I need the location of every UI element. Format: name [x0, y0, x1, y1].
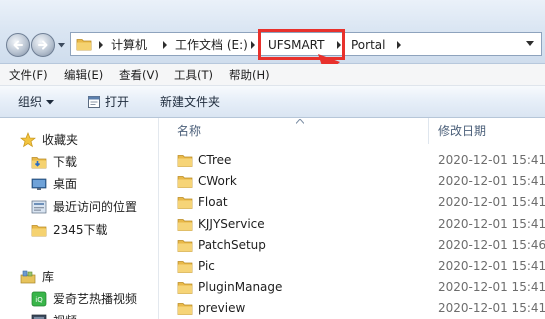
nav-item-label: 桌面: [53, 177, 78, 191]
folder-icon: [177, 197, 193, 210]
breadcrumb-computer[interactable]: 计算机: [111, 37, 147, 53]
chevron-down-icon: [57, 42, 65, 47]
chevron-down-icon: [46, 99, 55, 104]
library-icon: [20, 270, 36, 284]
navigation-pane: 收藏夹 下载 桌面 最近访问的位置 2345下载 库 iQ 爱奇艺热播视频: [0, 118, 160, 319]
nav-favorites-label: 收藏夹: [42, 133, 79, 147]
file-modified-date: 2020-12-01 15:41: [438, 280, 545, 295]
forward-button[interactable]: [31, 33, 55, 57]
folder-icon: [177, 218, 193, 231]
file-modified-date: 2020-12-01 15:41: [438, 174, 545, 189]
folder-icon: [177, 176, 193, 189]
file-row[interactable]: preview 2020-12-01 15:41: [160, 298, 545, 319]
folder-icon: [177, 303, 193, 316]
breadcrumb-separator-icon[interactable]: [335, 39, 343, 51]
nav-item-recent-places[interactable]: 最近访问的位置: [31, 198, 137, 216]
file-row[interactable]: KJJYService 2020-12-01 15:41: [160, 214, 545, 235]
folder-icon: [177, 155, 193, 167]
folder-icon: [76, 39, 92, 51]
file-row[interactable]: Pic 2020-12-01 15:41: [160, 256, 545, 277]
file-row[interactable]: CTree 2020-12-01 15:41: [160, 150, 545, 171]
nav-item-label: 爱奇艺热播视频: [53, 292, 138, 306]
file-modified-date: 2020-12-01 15:41: [438, 153, 545, 167]
breadcrumb-ufsmart[interactable]: UFSMART: [268, 37, 324, 53]
file-modified-date: 2020-12-01 15:46: [438, 237, 545, 252]
menu-help[interactable]: 帮助(H): [229, 67, 270, 83]
folder-icon: [177, 282, 193, 295]
new-folder-label: 新建文件夹: [160, 95, 221, 109]
nav-item-iqiyi-videos[interactable]: iQ 爱奇艺热播视频: [31, 290, 137, 308]
nav-favorites[interactable]: 收藏夹: [20, 131, 78, 149]
file-name: CTree: [198, 153, 232, 167]
nav-item-downloads[interactable]: 下载: [31, 153, 77, 171]
forward-arrow-icon: [38, 40, 48, 50]
file-name: PatchSetup: [198, 237, 266, 252]
file-name: KJJYService: [198, 216, 265, 231]
file-name: preview: [198, 301, 246, 316]
nav-item-label: 最近访问的位置: [53, 200, 138, 214]
command-bar: 组织 打开 新建文件夹: [0, 86, 545, 118]
nav-item-2345-downloads[interactable]: 2345下载: [31, 221, 108, 239]
star-icon: [20, 132, 36, 148]
new-folder-button[interactable]: 新建文件夹: [160, 94, 220, 110]
open-file-icon: [88, 96, 100, 108]
breadcrumb-drive-e[interactable]: 工作文档 (E:): [175, 37, 248, 53]
file-row[interactable]: CWork 2020-12-01 15:41: [160, 171, 545, 192]
nav-item-videos[interactable]: 视频: [31, 312, 77, 319]
file-modified-date: 2020-12-01 15:41: [438, 195, 545, 210]
nav-item-desktop[interactable]: 桌面: [31, 175, 77, 193]
menu-bar: 文件(F) 编辑(E) 查看(V) 工具(T) 帮助(H): [0, 64, 545, 86]
organize-label: 组织: [18, 95, 43, 109]
sort-ascending-icon: [296, 119, 304, 124]
file-name: Pic: [198, 259, 215, 273]
column-separator[interactable]: [428, 118, 429, 144]
nav-library-label: 库: [42, 270, 55, 284]
column-header-name[interactable]: 名称: [177, 118, 201, 144]
svg-text:iQ: iQ: [35, 296, 43, 304]
nav-item-label: 2345下载: [53, 223, 108, 237]
breadcrumb-portal[interactable]: Portal: [351, 37, 385, 53]
file-row[interactable]: PatchSetup 2020-12-01 15:46: [160, 235, 545, 256]
back-arrow-icon: [13, 40, 23, 50]
address-history-dropdown-icon[interactable]: [526, 41, 534, 47]
menu-edit[interactable]: 编辑(E): [64, 67, 103, 83]
address-box[interactable]: 计算机 工作文档 (E:) UFSMART Portal: [70, 32, 542, 56]
file-row[interactable]: PluginManage 2020-12-01 15:41: [160, 277, 545, 298]
folder-icon: [177, 261, 193, 273]
file-name: CWork: [198, 174, 237, 189]
menu-file[interactable]: 文件(F): [9, 67, 48, 83]
downloads-folder-icon: [31, 157, 47, 169]
organize-button[interactable]: 组织: [18, 94, 55, 110]
nav-library[interactable]: 库: [20, 268, 54, 286]
file-name: Float: [198, 195, 228, 210]
recent-pages-dropdown[interactable]: [57, 41, 65, 49]
file-row[interactable]: Float 2020-12-01 15:41: [160, 192, 545, 213]
folder-icon: [31, 225, 47, 237]
file-modified-date: 2020-12-01 15:41: [438, 259, 545, 273]
back-button[interactable]: [6, 33, 30, 57]
nav-item-label: 下载: [53, 155, 78, 169]
videos-icon: [31, 314, 47, 319]
breadcrumb-separator-icon[interactable]: [97, 39, 105, 51]
recent-places-icon: [31, 200, 47, 214]
folder-icon: [177, 239, 193, 252]
breadcrumb-separator-icon[interactable]: [161, 39, 169, 51]
pane-divider[interactable]: [158, 118, 159, 319]
desktop-icon: [31, 178, 47, 190]
file-name: PluginManage: [198, 280, 283, 295]
nav-item-label: 视频: [53, 312, 77, 319]
menu-view[interactable]: 查看(V): [119, 67, 159, 83]
menu-tools[interactable]: 工具(T): [174, 67, 213, 83]
file-list: 名称 修改日期 CTree 2020-12-01 15:41 CWork 2020-1…: [160, 118, 545, 319]
open-label: 打开: [105, 95, 130, 109]
breadcrumb-separator-icon[interactable]: [395, 39, 403, 51]
file-modified-date: 2020-12-01 15:41: [438, 301, 545, 316]
iqiyi-icon: iQ: [31, 291, 47, 307]
address-bar-area: 计算机 工作文档 (E:) UFSMART Portal: [0, 0, 545, 64]
open-button[interactable]: 打开: [87, 94, 129, 110]
column-header-modified[interactable]: 修改日期: [438, 118, 486, 144]
breadcrumb-separator-icon[interactable]: [249, 39, 257, 51]
file-modified-date: 2020-12-01 15:41: [438, 216, 545, 231]
